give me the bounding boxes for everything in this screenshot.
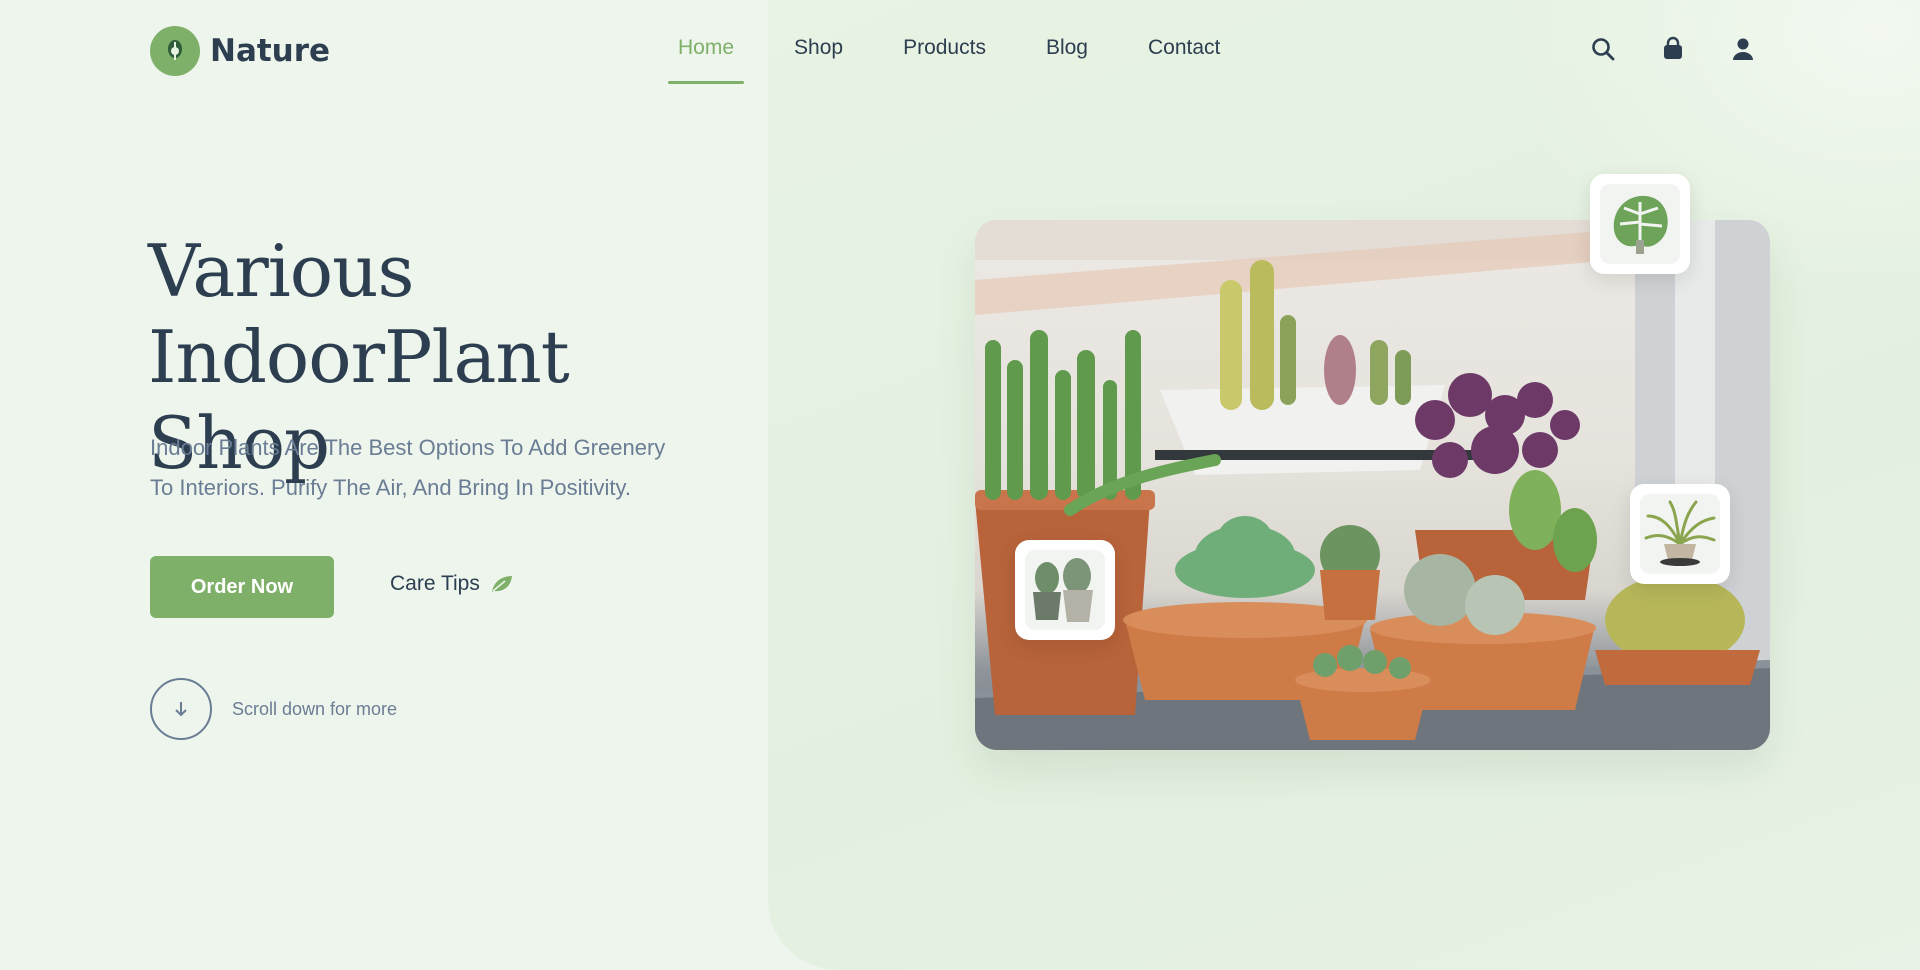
search-icon[interactable] <box>1590 36 1616 62</box>
nav-contact[interactable]: Contact <box>1138 36 1230 84</box>
leaf-icon <box>491 576 512 592</box>
cactus-pots-thumbnail[interactable] <box>1015 540 1115 640</box>
user-icon[interactable] <box>1730 36 1756 62</box>
scroll-down-label: Scroll down for more <box>232 698 398 719</box>
arrow-down-icon <box>150 678 212 740</box>
hero-description-line-1: Indoor Plants Are The Best Options To Ad… <box>150 435 666 460</box>
care-tips-label: Care Tips <box>390 572 480 595</box>
brand-name: Nature <box>210 33 331 69</box>
nav-home[interactable]: Home <box>668 36 745 84</box>
main-nav: Home Shop Products Blog Contact <box>668 36 1270 84</box>
scroll-down-prompt[interactable]: Scroll down for more <box>150 678 397 740</box>
hero-description: Indoor Plants Are The Best Options To Ad… <box>150 428 730 508</box>
monstera-image <box>1600 184 1680 264</box>
monstera-thumbnail[interactable] <box>1590 174 1690 274</box>
logo[interactable]: Nature <box>150 26 330 76</box>
cactus-pots-image <box>1025 550 1105 630</box>
header-actions <box>1590 36 1756 62</box>
hero-description-line-2: To Interiors. Purify The Air, And Bring … <box>150 475 631 500</box>
leaf-logo-icon <box>150 26 200 76</box>
care-tips-link[interactable]: Care Tips <box>390 572 514 596</box>
spider-plant-image <box>1640 494 1720 574</box>
spider-plant-thumbnail[interactable] <box>1630 484 1730 584</box>
order-now-button[interactable]: Order Now <box>150 556 334 618</box>
nav-shop[interactable]: Shop <box>784 36 853 84</box>
nav-products[interactable]: Products <box>893 36 996 84</box>
nav-blog[interactable]: Blog <box>1036 36 1098 84</box>
site-header: Nature Home Shop Products Blog Contact <box>0 0 1920 100</box>
shopping-bag-icon[interactable] <box>1660 36 1686 62</box>
hero-title-line-1: Various IndoorPlant <box>148 229 570 399</box>
